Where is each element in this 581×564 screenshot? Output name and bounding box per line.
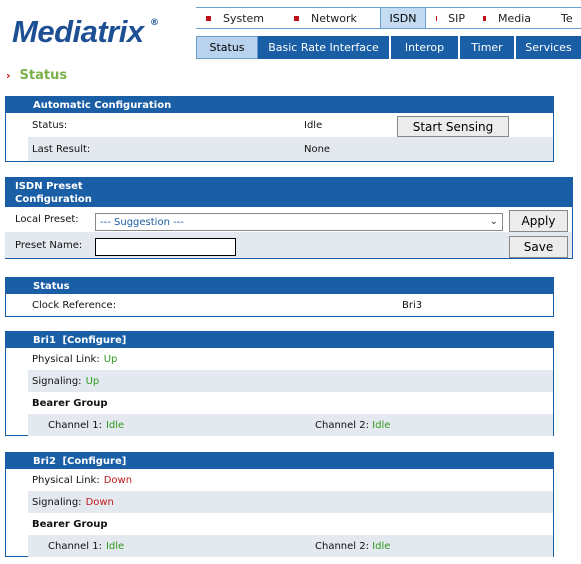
clock-reference-value: Bri3 [402,299,423,311]
subtab-basic-rate-interface[interactable]: Basic Rate Interface [258,36,391,59]
clock-reference-label: Clock Reference: [32,299,117,311]
signaling-label: Signaling: [32,375,82,387]
bri2-title: Bri2 [33,455,56,467]
tab-label: SIP [448,11,465,25]
tab-sip[interactable]: SIP [426,8,473,28]
header-line-1: ISDN Preset [15,180,83,192]
status-value: Idle [304,119,323,131]
physical-link-label: Physical Link: [32,474,100,486]
status-label: Status: [32,119,68,131]
chevron-right-icon: › [6,69,11,82]
page-title: › Status [6,68,67,83]
local-preset-select[interactable]: --- Suggestion --- ⌄ [95,213,503,231]
channel1-label: Channel 1: [48,540,102,552]
mediatrix-logo: Mediatrix ® [12,14,159,50]
bri1-configure-link[interactable]: [Configure] [62,335,126,346]
tab-label: ISDN [389,11,417,25]
subtab-timer[interactable]: Timer [460,36,516,59]
channels-row: Channel 1: Idle Channel 2: Idle [28,535,553,557]
page-title-text: Status [19,68,68,83]
bri2-configure-link[interactable]: [Configure] [62,456,126,467]
bearer-group-row: Bearer Group [28,392,553,414]
bullet-icon [483,15,486,21]
bearer-group-row: Bearer Group [28,513,553,535]
physical-link-value: Down [103,474,133,486]
start-sensing-button[interactable]: Start Sensing [397,116,509,137]
save-button[interactable]: Save [509,236,568,258]
channels-row: Channel 1: Idle Channel 2: Idle [28,414,553,436]
signaling-row: Signaling: Up [28,370,553,392]
tab-label: Media [497,11,531,25]
physical-link-row: Physical Link: Down [28,469,553,491]
subtab-interop[interactable]: Interop [391,36,460,59]
panel-header: Status [6,278,553,294]
channel1-value: Idle [105,540,125,552]
physical-link-value: Up [103,353,118,365]
signaling-value: Up [85,375,100,387]
apply-button[interactable]: Apply [509,210,568,232]
tab-label: Te [561,11,573,25]
channel2-label: Channel 2: [315,419,369,431]
preset-name-label: Preset Name: [15,239,83,251]
last-result-value: None [304,143,331,155]
bearer-group-label: Bearer Group [32,397,108,409]
subtab-services[interactable]: Services [516,36,581,59]
tab-te[interactable]: Te [539,8,579,28]
preset-panel: ISDN Preset Configuration Local Preset: … [5,177,573,259]
bullet-icon [294,15,299,21]
bullet-icon [206,15,211,21]
local-preset-label: Local Preset: [15,214,79,225]
sub-nav: Status Basic Rate Interface Interop Time… [196,36,581,59]
signaling-value: Down [85,496,114,508]
signaling-row: Signaling: Down [28,491,553,513]
chevron-down-icon: ⌄ [489,216,498,227]
logo-text: Mediatrix [12,14,144,49]
physical-link-row: Physical Link: Up [28,348,553,370]
panel-header: Automatic Configuration [6,97,553,113]
tab-isdn[interactable]: ISDN [380,8,426,28]
panel-header: Bri1 [Configure] [6,332,553,348]
channel2-value: Idle [372,540,391,552]
bri1-panel: Bri1 [Configure] Physical Link: Up Signa… [5,331,554,436]
preset-name-input[interactable] [95,238,236,256]
bri1-title: Bri1 [33,334,56,346]
channel2-value: Idle [372,419,391,431]
channel2-label: Channel 2: [315,540,369,552]
signaling-label: Signaling: [32,496,82,508]
clock-reference-row: Clock Reference: Bri3 [28,294,553,316]
tab-label: System [223,11,265,25]
last-result-label: Last Result: [32,143,91,155]
tab-media[interactable]: Media [473,8,539,28]
tab-network[interactable]: Network [284,8,380,28]
auto-config-panel: Automatic Configuration Status: Idle Las… [5,96,554,162]
subtab-status[interactable]: Status [196,36,258,59]
channel1-label: Channel 1: [48,419,102,431]
bri2-panel: Bri2 [Configure] Physical Link: Down Sig… [5,452,554,557]
panel-header: ISDN Preset Configuration [5,178,572,207]
top-nav: System Network ISDN SIP Media Te [196,7,581,29]
channel2: Channel 2: Idle [315,541,390,552]
last-result-row: Last Result: None [28,137,553,161]
bearer-group-label: Bearer Group [32,518,108,530]
select-value: --- Suggestion --- [100,216,184,228]
channel1-value: Idle [105,419,125,431]
registered-mark: ® [150,18,159,28]
status-panel: Status Clock Reference: Bri3 [5,277,554,317]
preset-name-row: Preset Name: [5,232,572,258]
tab-label: Network [311,11,357,25]
tab-system[interactable]: System [196,8,284,28]
header-line-2: Configuration [15,193,92,205]
panel-header: Bri2 [Configure] [6,453,553,469]
channel2: Channel 2: Idle [315,420,390,431]
physical-link-label: Physical Link: [32,353,100,365]
